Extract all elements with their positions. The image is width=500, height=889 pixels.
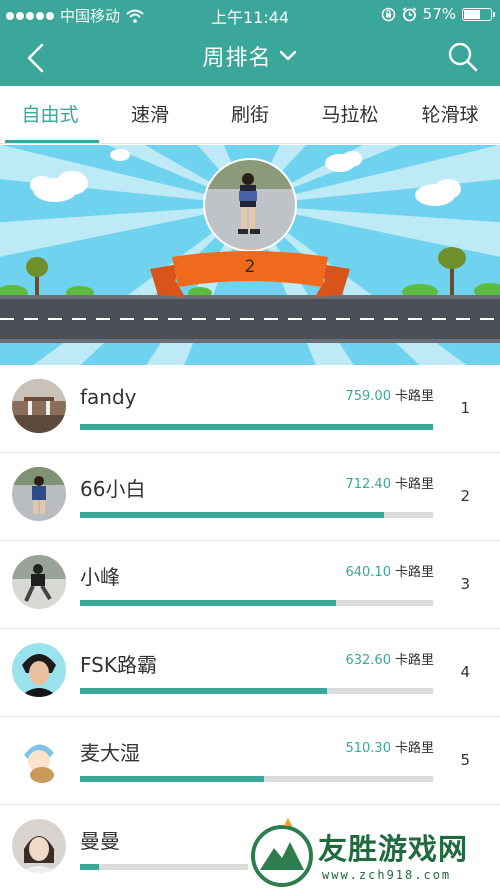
rank-number: 5 <box>460 751 470 769</box>
progress-fill <box>80 600 337 606</box>
status-right: 57% <box>381 5 495 23</box>
score-value: 510.30 <box>345 741 391 756</box>
user-name: 曼曼 <box>80 829 120 853</box>
score-value: 759.00 <box>345 389 391 404</box>
user-name: 小峰 <box>80 565 120 589</box>
avatar <box>12 819 66 873</box>
progress-bar <box>80 864 250 870</box>
battery-icon <box>462 7 495 21</box>
progress-fill <box>80 512 384 518</box>
user-name: fandy <box>80 385 137 409</box>
page-title-label: 周排名 <box>202 46 272 71</box>
progress-fill <box>80 688 328 694</box>
watermark-url: www.zch918.com <box>322 868 452 882</box>
category-tabs: 自由式 速滑 刷街 马拉松 轮滑球 <box>0 86 500 144</box>
avatar <box>12 555 66 609</box>
rotation-lock-icon <box>381 7 395 21</box>
avatar <box>12 379 66 433</box>
rank-number: 2 <box>460 487 470 505</box>
list-item[interactable]: 麦大湿 510.30 卡路里 5 <box>0 717 500 805</box>
progress-bar <box>80 424 433 430</box>
search-icon[interactable] <box>446 40 480 74</box>
score: 640.10 卡路里 <box>345 561 434 580</box>
rank-banner: 2 <box>0 145 500 365</box>
progress-bar <box>80 776 433 782</box>
leaderboard-list: fandy 759.00 卡路里 1 66小白 712.40 卡路里 2 小峰 … <box>0 365 500 889</box>
score-value: 632.60 <box>345 653 391 668</box>
progress-fill <box>80 776 264 782</box>
avatar <box>12 467 66 521</box>
alarm-icon <box>402 6 417 21</box>
score-unit: 卡路里 <box>394 389 434 404</box>
list-item[interactable]: 小峰 640.10 卡路里 3 <box>0 541 500 629</box>
tab-freestyle[interactable]: 自由式 <box>0 86 100 143</box>
user-name: 66小白 <box>80 477 146 501</box>
progress-bar <box>80 600 433 606</box>
tab-marathon[interactable]: 马拉松 <box>300 86 400 143</box>
tab-roller-hockey[interactable]: 轮滑球 <box>400 86 500 143</box>
score-unit: 卡路里 <box>394 741 434 756</box>
list-item[interactable]: fandy 759.00 卡路里 1 <box>0 365 500 453</box>
user-name: 麦大湿 <box>80 741 140 765</box>
score-unit: 卡路里 <box>394 565 434 580</box>
score: 510.30 卡路里 <box>345 737 434 756</box>
rank-number: 3 <box>460 575 470 593</box>
battery-fill <box>464 9 480 19</box>
battery-percent: 57% <box>422 5 456 23</box>
user-name: FSK路霸 <box>80 653 157 677</box>
tab-street[interactable]: 刷街 <box>200 86 300 143</box>
nav-bar: 周排名 <box>0 28 500 86</box>
watermark-text: 友胜游戏网 <box>318 832 469 866</box>
avatar <box>12 643 66 697</box>
banner-rank-label: 2 <box>244 257 256 277</box>
chevron-down-icon <box>279 50 296 61</box>
score: 632.60 卡路里 <box>345 649 434 668</box>
list-item[interactable]: 66小白 712.40 卡路里 2 <box>0 453 500 541</box>
banner-illustration <box>0 145 500 365</box>
rank-number: 1 <box>460 399 470 417</box>
score-unit: 卡路里 <box>394 477 434 492</box>
score: 759.00 卡路里 <box>345 385 434 404</box>
progress-bar <box>80 688 433 694</box>
page-title[interactable]: 周排名 <box>0 40 500 72</box>
score-unit: 卡路里 <box>394 653 434 668</box>
tab-speed[interactable]: 速滑 <box>100 86 200 143</box>
progress-bar <box>80 512 433 518</box>
status-bar: 中国移动 上午11:44 57% <box>0 0 500 28</box>
score-value: 712.40 <box>345 477 391 492</box>
score: 712.40 卡路里 <box>345 473 434 492</box>
rank-number: 4 <box>460 663 470 681</box>
progress-fill <box>80 424 433 430</box>
score-value: 640.10 <box>345 565 391 580</box>
avatar <box>12 731 66 785</box>
list-item[interactable]: FSK路霸 632.60 卡路里 4 <box>0 629 500 717</box>
watermark: 友胜游戏网 www.zch918.com <box>248 818 500 889</box>
progress-fill <box>80 864 99 870</box>
